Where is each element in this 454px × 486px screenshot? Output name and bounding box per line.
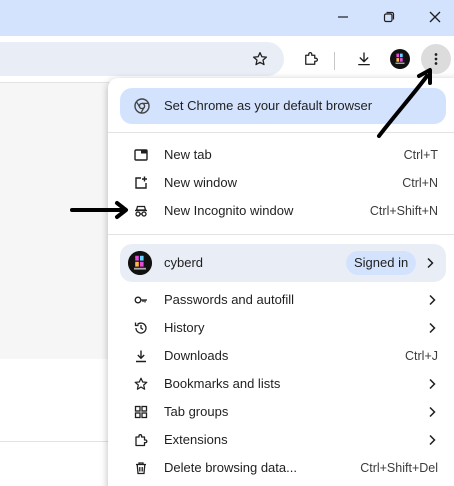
menu-item-label: New tab [164, 147, 212, 162]
menu-item-shortcut: Ctrl+N [402, 176, 438, 190]
set-default-browser-button[interactable]: Set Chrome as your default browser [120, 88, 446, 124]
chevron-right-icon [429, 434, 436, 446]
star-icon [252, 51, 268, 66]
kebab-menu-icon [434, 53, 438, 65]
download-icon [358, 52, 370, 66]
new-tab-icon [134, 148, 148, 162]
menu-item-shortcut: Ctrl+J [405, 349, 438, 363]
history-icon [134, 321, 148, 335]
close-icon [429, 11, 441, 23]
set-default-browser-label: Set Chrome as your default browser [164, 98, 373, 113]
menu-item-label: New window [164, 175, 237, 190]
key-icon [134, 293, 148, 307]
browser-toolbar [0, 36, 454, 82]
menu-item-label: Delete browsing data... [164, 460, 297, 475]
menu-item-tab-groups[interactable]: Tab groups [108, 398, 454, 426]
signed-in-badge: Signed in [346, 251, 417, 275]
menu-item-new-tab[interactable]: New tab Ctrl+T [108, 141, 454, 169]
address-bar[interactable] [0, 42, 284, 76]
incognito-icon [134, 204, 148, 218]
menu-item-label: Extensions [164, 432, 228, 447]
chevron-right-icon [429, 322, 436, 334]
page-panel [0, 83, 120, 359]
menu-item-passwords-autofill[interactable]: Passwords and autofill [108, 286, 454, 314]
menu-item-shortcut: Ctrl+Shift+Del [360, 461, 438, 475]
menu-item-label: Downloads [164, 348, 229, 363]
chevron-right-icon [429, 406, 436, 418]
menu-item-new-incognito-window[interactable]: New Incognito window Ctrl+Shift+N [108, 197, 454, 225]
bookmark-star-button[interactable] [245, 44, 275, 74]
menu-item-shortcut: Ctrl+Shift+N [369, 204, 438, 218]
new-window-icon [134, 176, 148, 190]
download-icon [134, 349, 148, 363]
puzzle-icon [305, 52, 318, 65]
menu-item-bookmarks-lists[interactable]: Bookmarks and lists [108, 370, 454, 398]
star-icon [134, 377, 148, 391]
menu-item-delete-browsing-data[interactable]: Delete browsing data... Ctrl+Shift+Del [108, 454, 454, 482]
chrome-icon [134, 98, 150, 114]
menu-item-shortcut: Ctrl+T [403, 148, 438, 162]
chevron-right-icon [429, 378, 436, 390]
menu-item-downloads[interactable]: Downloads Ctrl+J [108, 342, 454, 370]
chevron-right-icon [427, 257, 434, 269]
menu-item-label: Bookmarks and lists [164, 376, 281, 391]
minimize-button[interactable] [320, 0, 366, 34]
menu-item-label: Passwords and autofill [164, 292, 295, 307]
menu-divider [108, 234, 454, 235]
minimize-icon [338, 16, 348, 18]
profile-row[interactable]: cyberd Signed in [120, 244, 446, 282]
chrome-menu: Set Chrome as your default browser New t… [108, 78, 454, 486]
downloads-button[interactable] [349, 44, 379, 74]
chrome-menu-button[interactable] [421, 44, 451, 74]
menu-item-label: Tab groups [164, 404, 229, 419]
menu-item-extensions[interactable]: Extensions [108, 426, 454, 454]
puzzle-icon [134, 433, 148, 447]
menu-item-label: History [164, 320, 205, 335]
toolbar-separator [334, 52, 335, 70]
avatar [390, 49, 410, 69]
menu-item-new-window[interactable]: New window Ctrl+N [108, 169, 454, 197]
extensions-button[interactable] [296, 44, 326, 74]
page-divider [0, 441, 120, 442]
menu-divider [108, 132, 454, 133]
profile-name: cyberd [164, 255, 204, 270]
restore-button[interactable] [366, 0, 412, 34]
restore-icon [383, 11, 395, 23]
close-button[interactable] [412, 0, 454, 34]
avatar [128, 251, 152, 275]
menu-item-history[interactable]: History [108, 314, 454, 342]
trash-icon [134, 461, 148, 475]
title-bar [0, 0, 454, 36]
tab-groups-icon [134, 405, 148, 419]
chevron-right-icon [429, 294, 436, 306]
menu-item-label: New Incognito window [164, 203, 294, 218]
profile-button[interactable] [385, 44, 415, 74]
